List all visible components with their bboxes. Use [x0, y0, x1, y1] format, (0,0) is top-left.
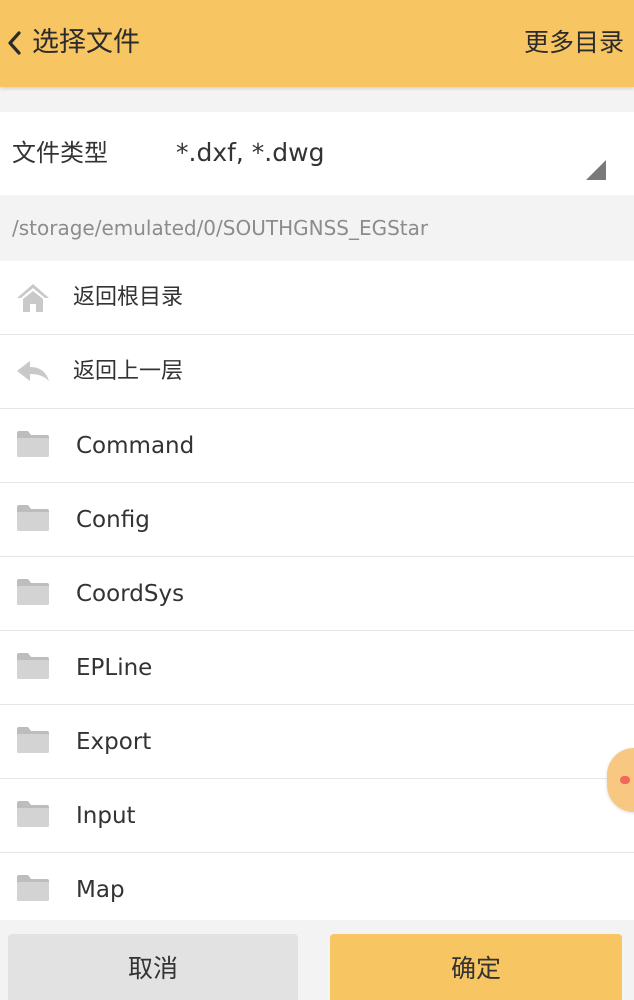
bottom-action-bar: 取消 确定 — [0, 920, 634, 1000]
folder-icon — [15, 577, 51, 611]
folder-item[interactable]: Export — [0, 705, 634, 779]
more-directories-button[interactable]: 更多目录 — [524, 22, 624, 64]
folder-name: EPLine — [76, 655, 153, 681]
go-up-item[interactable]: 返回上一层 — [0, 335, 634, 409]
back-to-root-label: 返回根目录 — [73, 285, 184, 310]
folder-name: CoordSys — [76, 581, 185, 607]
file-type-value[interactable]: *.dxf, *.dwg — [176, 134, 324, 172]
folder-icon — [15, 873, 51, 907]
notification-dot — [620, 776, 630, 784]
folder-item[interactable]: EPLine — [0, 631, 634, 705]
file-list: 返回根目录 返回上一层 Command Config CoordSys EPLine E… — [0, 261, 634, 926]
back-to-root-item[interactable]: 返回根目录 — [0, 261, 634, 335]
page-title: 选择文件 — [32, 27, 140, 58]
folder-item[interactable]: Config — [0, 483, 634, 557]
folder-icon — [15, 651, 51, 685]
confirm-button[interactable]: 确定 — [330, 934, 622, 1000]
folder-name: Command — [76, 433, 195, 459]
reply-arrow-icon — [15, 355, 51, 389]
app-header: 选择文件 更多目录 — [0, 0, 634, 87]
folder-name: Input — [76, 803, 136, 829]
back-button[interactable] — [6, 22, 24, 64]
dropdown-triangle-icon[interactable] — [586, 160, 606, 180]
file-type-label: 文件类型 — [12, 139, 108, 167]
cancel-button[interactable]: 取消 — [8, 934, 298, 1000]
current-path-bar: /storage/emulated/0/SOUTHGNSS_EGStar — [0, 196, 634, 260]
folder-item[interactable]: Map — [0, 853, 634, 926]
go-up-label: 返回上一层 — [73, 359, 184, 384]
folder-item[interactable]: CoordSys — [0, 557, 634, 631]
folder-icon — [15, 725, 51, 759]
folder-icon — [15, 429, 51, 463]
folder-item[interactable]: Input — [0, 779, 634, 853]
current-path: /storage/emulated/0/SOUTHGNSS_EGStar — [12, 216, 429, 240]
folder-item[interactable]: Command — [0, 409, 634, 483]
folder-name: Config — [76, 507, 150, 533]
folder-name: Export — [76, 729, 152, 755]
folder-icon — [15, 799, 51, 833]
file-type-selector[interactable]: 文件类型 *.dxf, *.dwg — [0, 112, 634, 195]
chevron-left-icon — [6, 29, 24, 57]
folder-icon — [15, 503, 51, 537]
folder-name: Map — [76, 877, 125, 903]
home-icon — [15, 281, 51, 315]
